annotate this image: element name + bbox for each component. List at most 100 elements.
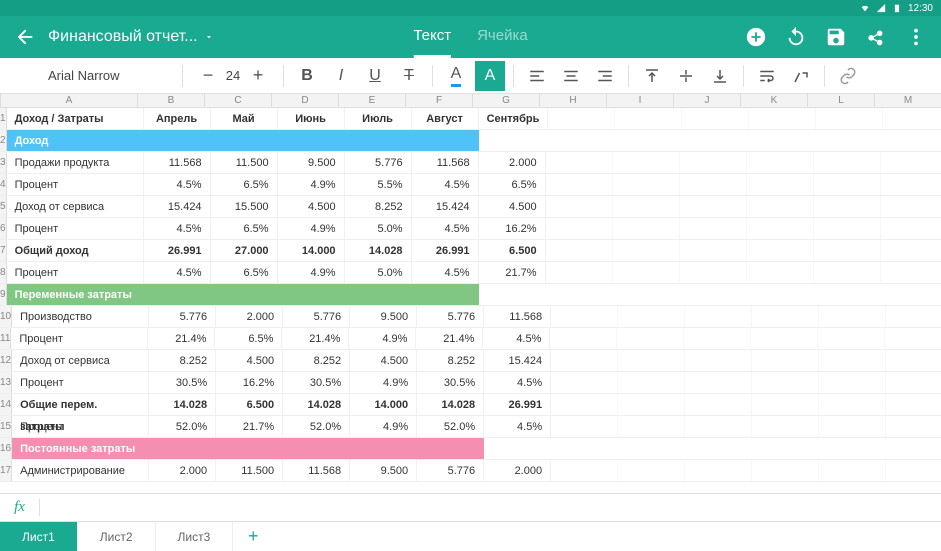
cell[interactable]: 2.000 [149, 460, 216, 481]
row-header[interactable]: 14 [0, 394, 12, 415]
save-icon[interactable] [825, 26, 847, 48]
cell-empty[interactable] [881, 240, 941, 261]
cell[interactable]: Доход / Затраты [7, 108, 144, 129]
sheet-tab-3[interactable]: Лист3 [156, 522, 234, 551]
cell-empty[interactable] [546, 196, 613, 217]
cell[interactable] [216, 438, 283, 459]
cell-empty[interactable] [613, 152, 680, 173]
cell[interactable]: 4.5% [484, 372, 551, 393]
cell[interactable]: Процент [7, 262, 144, 283]
cell-empty[interactable] [618, 460, 685, 481]
cell[interactable]: 15.424 [484, 350, 551, 371]
align-center-button[interactable] [556, 61, 586, 91]
cell-empty[interactable] [551, 306, 618, 327]
cell-empty[interactable] [680, 174, 747, 195]
cell[interactable]: Постоянные затраты [12, 438, 149, 459]
font-size-value[interactable]: 24 [223, 68, 243, 83]
cell[interactable] [283, 438, 350, 459]
cell-empty[interactable] [551, 372, 618, 393]
cell[interactable]: 5.776 [345, 152, 412, 173]
cell-empty[interactable] [546, 262, 613, 283]
cell-empty[interactable] [814, 218, 881, 239]
cell[interactable]: Доход от сервиса [12, 350, 149, 371]
cell[interactable]: 6.5% [211, 174, 278, 195]
cell[interactable]: 5.0% [345, 262, 412, 283]
cell-empty[interactable] [613, 130, 680, 151]
cell-empty[interactable] [680, 152, 747, 173]
cell[interactable]: 4.9% [350, 372, 417, 393]
cell[interactable]: 4.500 [216, 350, 283, 371]
cell-empty[interactable] [814, 130, 881, 151]
cell-empty[interactable] [749, 108, 816, 129]
cell[interactable]: 26.991 [412, 240, 479, 261]
cell-empty[interactable] [680, 284, 747, 305]
cell[interactable]: 8.252 [417, 350, 484, 371]
cell[interactable]: 4.500 [278, 196, 345, 217]
cell-empty[interactable] [680, 196, 747, 217]
row-header[interactable]: 16 [0, 438, 12, 459]
cell[interactable]: 4.5% [412, 218, 479, 239]
cell-empty[interactable] [886, 394, 941, 415]
cell-empty[interactable] [684, 328, 751, 349]
fill-color-button[interactable]: A [475, 61, 505, 91]
cell-empty[interactable] [819, 438, 886, 459]
cell-empty[interactable] [680, 218, 747, 239]
cell[interactable]: 52.0% [417, 416, 484, 437]
row-header[interactable]: 11 [0, 328, 11, 349]
cell[interactable]: 21.4% [416, 328, 483, 349]
cell-empty[interactable] [618, 394, 685, 415]
cell[interactable]: 26.991 [144, 240, 211, 261]
formula-input[interactable] [40, 501, 941, 515]
cell-empty[interactable] [819, 306, 886, 327]
cell[interactable]: 5.5% [345, 174, 412, 195]
align-left-button[interactable] [522, 61, 552, 91]
cell[interactable]: 4.9% [350, 416, 417, 437]
cell-empty[interactable] [680, 130, 747, 151]
cell-empty[interactable] [613, 240, 680, 261]
cell-empty[interactable] [752, 394, 819, 415]
cell-empty[interactable] [886, 416, 941, 437]
cell[interactable]: 4.5% [484, 416, 551, 437]
cell-empty[interactable] [883, 108, 941, 129]
cell[interactable] [417, 438, 484, 459]
share-icon[interactable] [865, 26, 887, 48]
cell[interactable]: 5.776 [417, 306, 484, 327]
col-header-I[interactable]: I [607, 94, 674, 107]
cell[interactable]: 15.500 [211, 196, 278, 217]
cell-empty[interactable] [747, 240, 814, 261]
cell-empty[interactable] [752, 350, 819, 371]
back-icon[interactable] [14, 26, 36, 48]
cell-empty[interactable] [551, 394, 618, 415]
cell[interactable]: 4.9% [278, 174, 345, 195]
cell[interactable] [144, 284, 211, 305]
cell[interactable]: 15.424 [144, 196, 211, 217]
cell-empty[interactable] [886, 460, 941, 481]
cell-empty[interactable] [747, 284, 814, 305]
cell-empty[interactable] [885, 328, 941, 349]
cell-empty[interactable] [886, 438, 941, 459]
cell-empty[interactable] [685, 394, 752, 415]
cell[interactable]: 4.5% [412, 174, 479, 195]
cell[interactable]: 2.000 [479, 152, 546, 173]
italic-button[interactable]: I [326, 61, 356, 91]
cell[interactable]: 11.568 [144, 152, 211, 173]
cell-empty[interactable] [819, 460, 886, 481]
cell[interactable] [412, 130, 479, 151]
cell-empty[interactable] [618, 306, 685, 327]
cell-empty[interactable] [819, 394, 886, 415]
cell-empty[interactable] [747, 152, 814, 173]
cell[interactable]: 5.776 [417, 460, 484, 481]
cell[interactable]: 6.500 [479, 240, 546, 261]
cell[interactable]: 21.7% [479, 262, 546, 283]
cell-empty[interactable] [881, 152, 941, 173]
cell-empty[interactable] [881, 218, 941, 239]
cell[interactable]: 6.5% [479, 174, 546, 195]
cell[interactable] [144, 130, 211, 151]
cell[interactable]: Процент [11, 328, 148, 349]
cell[interactable]: 30.5% [149, 372, 216, 393]
cell-empty[interactable] [751, 328, 818, 349]
cell[interactable]: 11.568 [283, 460, 350, 481]
cell[interactable]: 4.5% [483, 328, 550, 349]
cell[interactable] [278, 284, 345, 305]
font-size-decrease[interactable]: − [197, 65, 219, 87]
